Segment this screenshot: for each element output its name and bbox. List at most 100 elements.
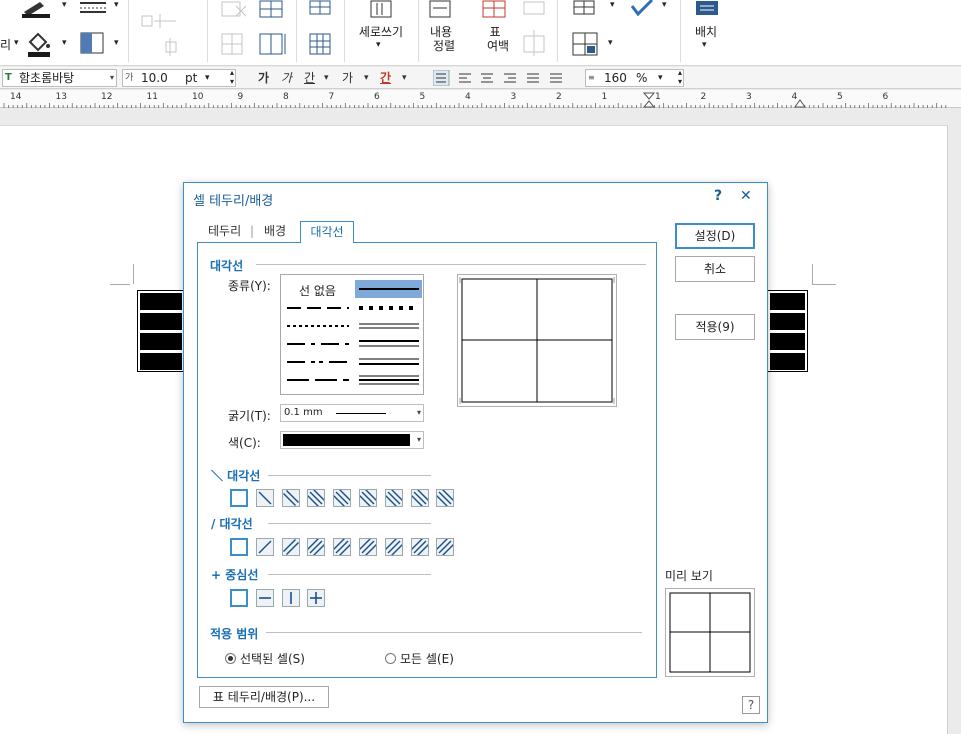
font-size-combo[interactable]: 가 10.0 pt ▾ ▴ ▾ [122,69,236,87]
table-left-cells[interactable] [137,290,185,372]
pen-icon[interactable] [20,0,54,20]
chevron-down-icon[interactable]: ▾ [662,0,667,10]
chevron-down-icon[interactable]: ▾ [658,70,663,86]
chevron-down-icon[interactable]: ▾ [110,70,114,86]
slash-option-4[interactable] [307,538,326,556]
cancel-button[interactable]: 취소 [675,256,755,282]
scope-selected-label[interactable]: 선택된 셀(S) [240,650,305,667]
slash-option-2[interactable] [255,538,274,556]
chevron-down-icon[interactable]: ▾ [608,38,613,48]
bold-button[interactable]: 가 [258,70,269,86]
mini-preview [665,588,755,677]
backslash-option-9[interactable] [436,489,455,507]
vertical-writing-label[interactable]: 세로쓰기 [352,25,410,39]
chevron-down-icon[interactable]: ▾ [62,38,67,48]
apply-button[interactable]: 적용(9) [675,314,755,340]
chevron-down-icon[interactable]: ▾ [114,0,119,10]
slash-option-7[interactable] [384,538,403,556]
center-option-1[interactable] [230,589,248,607]
line-type-samples[interactable] [281,275,425,396]
line-style-icon[interactable] [78,0,108,14]
scope-selected-radio[interactable] [225,653,236,664]
table-margin-icon[interactable] [480,0,508,20]
help-small-icon[interactable]: ? [742,696,760,714]
table-border-button[interactable]: 표 테두리/배경(P)... [199,686,329,708]
ruler-number: 2 [700,92,707,102]
slash-option-1[interactable] [230,538,248,556]
content-align-label-2[interactable]: 정렬 [424,39,464,53]
backslash-option-2[interactable] [255,489,274,507]
spin-icon[interactable]: ▴ ▾ [230,70,234,86]
content-align-label-1[interactable]: 내용 [424,25,458,39]
close-icon[interactable]: ✕ [740,187,752,205]
thickness-value: 0.1 mm [284,407,323,418]
table-margin-label-2[interactable]: 여백 [480,39,516,53]
chevron-down-icon[interactable]: ▾ [610,0,615,10]
arrange-label[interactable]: 배치 [690,25,722,39]
chevron-down-icon[interactable]: ▾ [62,0,67,10]
thickness-combo[interactable]: 0.1 mm ▾ [280,404,424,422]
scope-all-label[interactable]: 모든 셀(E) [400,650,454,667]
table-cells-icon[interactable] [308,32,334,56]
tab-background[interactable]: 배경 [264,223,286,239]
chevron-down-icon[interactable]: ▾ [114,38,119,48]
slash-option-8[interactable] [410,538,429,556]
chevron-down-icon[interactable]: ▾ [402,70,407,86]
underline-button[interactable]: 간 [304,70,315,86]
horizontal-ruler[interactable]: 14 13 12 11 10 9 8 7 6 5 4 3 2 1 1 2 3 4 5 6 [0,90,961,108]
chevron-down-icon[interactable]: ▾ [376,40,381,50]
center-option-4[interactable] [307,589,326,607]
slash-option-5[interactable] [333,538,352,556]
arrange-icon[interactable] [694,0,720,18]
spin-icon[interactable]: ▴ ▾ [678,70,682,86]
table-right-cells[interactable] [767,290,808,372]
ok-button[interactable]: 설정(D) [675,223,755,249]
vertical-writing-icon[interactable] [369,0,393,18]
color-combo[interactable]: ▾ [280,431,424,449]
diagonal-preview-large[interactable] [457,274,617,407]
table-grid-icon[interactable] [308,0,334,16]
help-icon[interactable]: ? [714,187,722,205]
chevron-down-icon[interactable]: ▾ [702,40,707,50]
slash-option-9[interactable] [436,538,455,556]
paragraph-align-icons[interactable] [433,70,573,86]
table-margin-label-1[interactable]: 표 [488,25,502,39]
backslash-option-5[interactable] [333,489,352,507]
spell-check-icon[interactable] [626,0,656,18]
backslash-option-4[interactable] [307,489,326,507]
center-option-2[interactable] [255,589,274,607]
tab-diagonal[interactable]: 대각선 [300,221,354,243]
center-option-3[interactable] [281,589,300,607]
backslash-option-6[interactable] [359,489,377,507]
fill-bucket-icon[interactable] [24,28,54,58]
italic-button[interactable]: 가 [281,70,292,86]
row-insert-icon[interactable] [258,0,286,20]
backslash-option-3[interactable] [281,489,300,507]
slash-option-6[interactable] [359,538,377,556]
font-color-button[interactable]: 간 [380,70,391,86]
line-spacing-combo[interactable]: ≡ 160 % ▾ ▴ ▾ [585,69,684,87]
calc-icon[interactable] [572,32,598,56]
chevron-down-icon[interactable]: ▾ [14,38,19,48]
font-name-combo[interactable]: T 함초롬바탕 ▾ [2,69,117,87]
backslash-option-1[interactable] [230,489,248,507]
col-split-icon[interactable] [258,32,288,58]
backslash-option-8[interactable] [410,489,429,507]
right-indent-marker-icon[interactable] [794,99,806,108]
slash-option-3[interactable] [281,538,300,556]
chevron-down-icon[interactable]: ▾ [417,405,421,421]
formula-icon[interactable] [572,0,598,16]
cell-shade-icon[interactable] [80,32,104,54]
chevron-down-icon[interactable]: ▾ [205,70,210,86]
content-align-icon[interactable] [428,0,452,18]
scope-all-radio[interactable] [385,653,396,664]
chevron-down-icon[interactable]: ▾ [364,70,369,86]
chevron-down-icon[interactable]: ▾ [324,70,329,86]
ruler-number: 7 [328,92,335,102]
indent-marker-icon[interactable] [643,92,655,108]
backslash-option-7[interactable] [384,489,403,507]
chevron-down-icon[interactable]: ▾ [417,432,421,448]
tab-border[interactable]: 테두리 [208,223,241,239]
strike-button[interactable]: 가 [342,70,353,86]
line-type-list[interactable]: 선 없음 [280,274,424,395]
